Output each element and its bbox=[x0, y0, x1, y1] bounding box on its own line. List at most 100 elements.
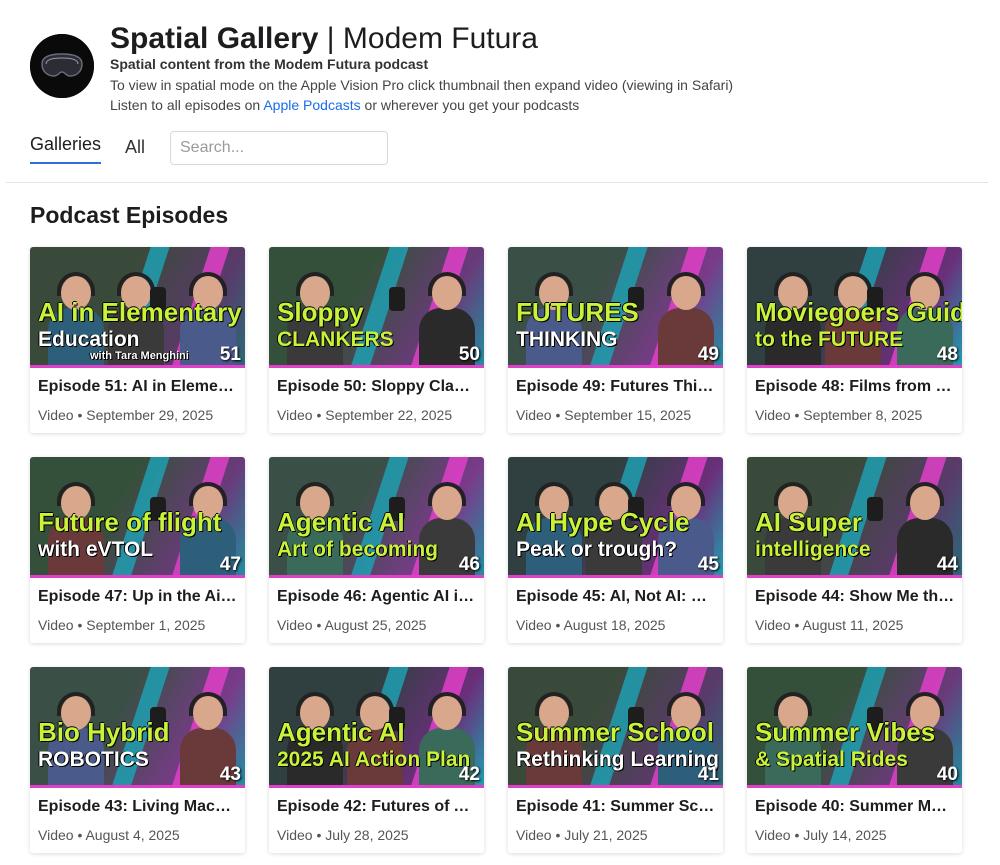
thumbnail-subheadline: Education bbox=[38, 328, 140, 351]
episode-card[interactable]: Moviegoers Guide to the FUTURE 48 Episode 4… bbox=[747, 247, 962, 433]
episode-title[interactable]: Episode 49: Futures Thinking bbox=[516, 378, 716, 396]
episode-thumbnail[interactable]: AI Hype Cycle Peak or trough? 45 bbox=[508, 457, 723, 578]
listen-info-prefix: Listen to all episodes on bbox=[110, 97, 264, 113]
episode-thumbnail[interactable]: Summer Vibes & Spatial Rides 40 bbox=[747, 667, 962, 788]
headphones-icon bbox=[57, 692, 95, 716]
page-header: Spatial Gallery | Modem Futura Spatial c… bbox=[30, 22, 970, 118]
episode-thumbnail[interactable]: Summer SchoolRethinking Learning with AI… bbox=[508, 667, 723, 788]
episode-card[interactable]: Summer SchoolRethinking Learning with AI… bbox=[508, 667, 723, 853]
episode-number-badge: 42 bbox=[458, 764, 480, 785]
thumbnail-headline: Sloppy bbox=[277, 297, 364, 327]
episode-thumbnail[interactable]: Agentic AI Art of becoming 46 bbox=[269, 457, 484, 578]
headphones-icon bbox=[296, 272, 334, 296]
episode-title[interactable]: Episode 42: Futures of AI Action Plan bbox=[277, 798, 477, 816]
episode-card[interactable]: Bio Hybrid ROBOTICS 43 Episode 43: Living M… bbox=[30, 667, 245, 853]
tab-all[interactable]: All bbox=[125, 137, 145, 158]
episode-card[interactable]: Agentic AI 2025 AI Action Plan 42 Episode 4… bbox=[269, 667, 484, 853]
episode-meta: Video • July 14, 2025 bbox=[755, 827, 887, 843]
episode-meta: Video • September 29, 2025 bbox=[38, 407, 214, 423]
apple-podcasts-link[interactable]: Apple Podcasts bbox=[263, 97, 360, 113]
episode-title[interactable]: Episode 50: Sloppy Clankers bbox=[277, 378, 477, 396]
episode-number-badge: 41 bbox=[697, 764, 719, 785]
episode-title[interactable]: Episode 44: Show Me the Superintelligenc… bbox=[755, 588, 955, 606]
headphones-icon bbox=[535, 272, 573, 296]
episode-meta: Video • September 22, 2025 bbox=[277, 407, 453, 423]
thumbnail-accent-bar bbox=[269, 785, 484, 788]
episode-card[interactable]: AI Super intelligence 44 Episode 44: Show M… bbox=[747, 457, 962, 643]
episode-title[interactable]: Episode 43: Living Machines bbox=[38, 798, 238, 816]
thumbnail-subheadline: 2025 AI Action Plan bbox=[277, 748, 471, 771]
thumbnail-headline: Agentic AI bbox=[277, 717, 405, 747]
episode-meta: Video • July 21, 2025 bbox=[516, 827, 648, 843]
thumbnail-accent-bar bbox=[508, 785, 723, 788]
episode-number-badge: 50 bbox=[458, 344, 480, 365]
episode-title[interactable]: Episode 48: Films from the Future bbox=[755, 378, 955, 396]
thumbnail-headline: AI in Elementary bbox=[38, 297, 242, 327]
page-title: Spatial Gallery | Modem Futura bbox=[110, 22, 538, 56]
episode-card[interactable]: Future of flight with eVTOL 47 Episode 47: … bbox=[30, 457, 245, 643]
episode-thumbnail[interactable]: Future of flight with eVTOL 47 bbox=[30, 457, 245, 578]
episode-number-badge: 43 bbox=[219, 764, 241, 785]
episode-thumbnail[interactable]: Moviegoers Guide to the FUTURE 48 bbox=[747, 247, 962, 368]
thumbnail-accent-bar bbox=[508, 365, 723, 368]
episode-card[interactable]: AI Hype Cycle Peak or trough? 45 Episode 45… bbox=[508, 457, 723, 643]
episode-thumbnail[interactable]: Sloppy CLANKERS 50 bbox=[269, 247, 484, 368]
episode-meta: Video • September 1, 2025 bbox=[38, 617, 206, 633]
episode-thumbnail[interactable]: FUTURES THINKING 49 bbox=[508, 247, 723, 368]
episode-card[interactable]: AI in Elementary Education with Tara Mengh… bbox=[30, 247, 245, 433]
episode-meta: Video • August 11, 2025 bbox=[755, 617, 904, 633]
headphones-icon bbox=[667, 692, 705, 716]
episode-card[interactable]: Agentic AI Art of becoming 46 Episode 46: A… bbox=[269, 457, 484, 643]
episode-card[interactable]: Sloppy CLANKERS 50 Episode 50: Sloppy Clank… bbox=[269, 247, 484, 433]
headphones-icon bbox=[535, 482, 573, 506]
thumbnail-subheadline: Peak or trough? bbox=[516, 538, 678, 561]
episode-title[interactable]: Episode 46: Agentic AI in Action bbox=[277, 588, 477, 606]
headphones-icon bbox=[189, 482, 227, 506]
headphones-icon bbox=[906, 272, 944, 296]
episode-card[interactable]: FUTURES THINKING 49 Episode 49: Futures Thi… bbox=[508, 247, 723, 433]
thumbnail-headline: AI Hype Cycle bbox=[516, 507, 690, 537]
episode-thumbnail[interactable]: AI Super intelligence 44 bbox=[747, 457, 962, 578]
episode-title[interactable]: Episode 51: AI in Elementary Education bbox=[38, 378, 238, 396]
episode-thumbnail[interactable]: Bio Hybrid ROBOTICS 43 bbox=[30, 667, 245, 788]
episode-title[interactable]: Episode 40: Summer Mode bbox=[755, 798, 955, 816]
episode-meta: Video • August 25, 2025 bbox=[277, 617, 427, 633]
episode-title[interactable]: Episode 45: AI, Not AI: Reality Check bbox=[516, 588, 716, 606]
title-podcast: Modem Futura bbox=[342, 22, 538, 55]
thumbnail-headline: Moviegoers Guide bbox=[755, 297, 962, 327]
episode-number-badge: 51 bbox=[219, 344, 241, 365]
thumbnail-subheadline: & Spatial Rides bbox=[755, 748, 908, 771]
episode-meta: Video • July 28, 2025 bbox=[277, 827, 409, 843]
episode-title[interactable]: Episode 41: Summer School bbox=[516, 798, 716, 816]
tab-galleries[interactable]: Galleries bbox=[30, 134, 102, 164]
headphones-icon bbox=[667, 272, 705, 296]
thumbnail-subheadline: Rethinking Learning with AI bbox=[516, 748, 723, 771]
listen-info: Listen to all episodes on Apple Podcasts… bbox=[110, 97, 579, 113]
episode-meta: Video • September 8, 2025 bbox=[755, 407, 923, 423]
episode-meta: Video • August 4, 2025 bbox=[38, 827, 180, 843]
episode-meta: Video • August 18, 2025 bbox=[516, 617, 666, 633]
thumbnail-subheadline: THINKING bbox=[516, 328, 618, 351]
thumbnail-guest: with Tara Menghini bbox=[90, 350, 189, 362]
thumbnail-headline: FUTURES bbox=[516, 297, 639, 327]
headphones-icon bbox=[189, 692, 227, 716]
thumbnail-accent-bar bbox=[30, 785, 245, 788]
thumbnail-headline: Agentic AI bbox=[277, 507, 405, 537]
headphones-icon bbox=[667, 482, 705, 506]
search-input[interactable] bbox=[170, 131, 388, 165]
thumbnail-accent-bar bbox=[747, 365, 962, 368]
headphones-icon bbox=[774, 482, 812, 506]
episode-number-badge: 44 bbox=[936, 554, 958, 575]
episode-card[interactable]: Summer Vibes & Spatial Rides 40 Episode 40:… bbox=[747, 667, 962, 853]
thumbnail-accent-bar bbox=[508, 575, 723, 578]
headphones-icon bbox=[296, 692, 334, 716]
episode-title[interactable]: Episode 47: Up in the Air with eVTOL bbox=[38, 588, 238, 606]
episode-thumbnail[interactable]: Agentic AI 2025 AI Action Plan 42 bbox=[269, 667, 484, 788]
thumbnail-headline: Bio Hybrid bbox=[38, 717, 170, 747]
thumbnail-accent-bar bbox=[269, 575, 484, 578]
thumbnail-subheadline: Art of becoming bbox=[277, 538, 438, 561]
headphones-icon bbox=[296, 482, 334, 506]
episode-thumbnail[interactable]: AI in Elementary Education with Tara Mengh… bbox=[30, 247, 245, 368]
thumbnail-accent-bar bbox=[269, 365, 484, 368]
viewing-instructions: To view in spatial mode on the Apple Vis… bbox=[110, 77, 734, 93]
